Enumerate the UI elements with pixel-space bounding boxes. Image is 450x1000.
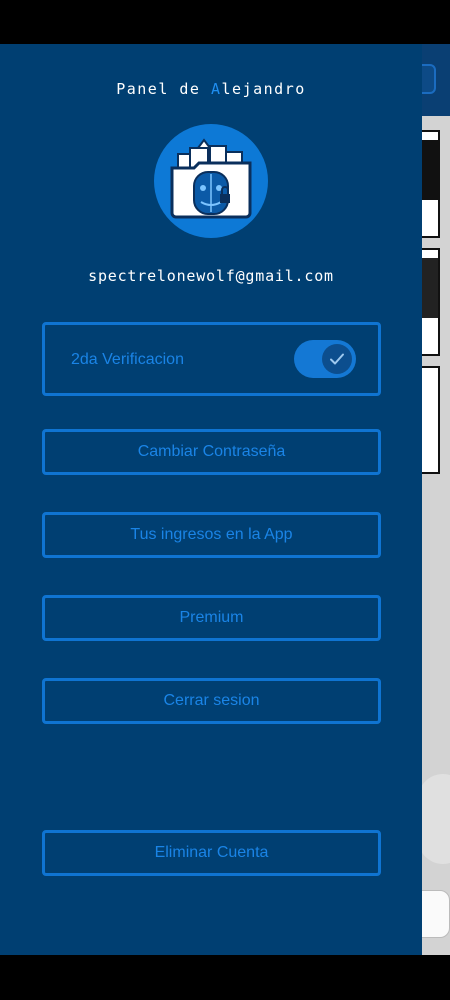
navigation-drawer: Panel de Alejandro spectrelonewolf@gmail… xyxy=(0,44,422,955)
two-factor-switch[interactable] xyxy=(294,340,356,378)
switch-thumb xyxy=(322,344,352,374)
two-factor-row[interactable]: 2da Verificacion xyxy=(42,322,381,396)
two-factor-label: 2da Verificacion xyxy=(71,351,184,368)
check-icon xyxy=(330,353,344,365)
change-password-button[interactable]: Cambiar Contraseña xyxy=(42,429,381,475)
status-bar xyxy=(0,0,450,44)
app-logins-button[interactable]: Tus ingresos en la App xyxy=(42,512,381,558)
logout-button[interactable]: Cerrar sesion xyxy=(42,678,381,724)
navigation-bar xyxy=(0,955,450,1000)
user-email: spectrelonewolf@gmail.com xyxy=(88,267,334,285)
drawer-title: Panel de Alejandro xyxy=(116,80,306,98)
delete-account-button[interactable]: Eliminar Cuenta xyxy=(42,830,381,876)
background-floating-button xyxy=(418,774,450,864)
premium-button[interactable]: Premium xyxy=(42,595,381,641)
folder-security-logo-icon xyxy=(154,124,268,238)
